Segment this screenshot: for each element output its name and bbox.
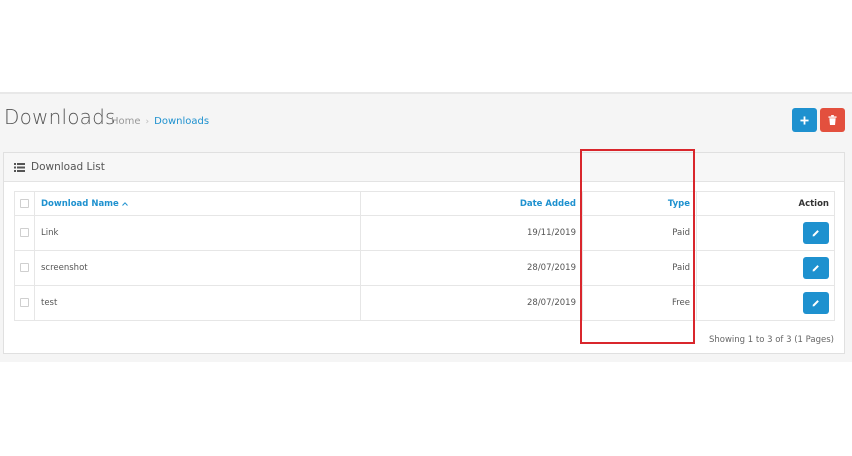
- select-all-cell: [14, 191, 35, 216]
- page-header: Downloads Home › Downloads: [0, 94, 852, 142]
- edit-button[interactable]: [803, 292, 829, 314]
- edit-button[interactable]: [803, 257, 829, 279]
- type-cell: Paid: [582, 215, 697, 251]
- breadcrumb: Home › Downloads: [111, 116, 209, 127]
- panel-heading: Download List: [4, 153, 844, 182]
- column-header-action: Action: [696, 191, 835, 216]
- table-row: screenshot 28/07/2019 Paid: [14, 250, 835, 286]
- breadcrumb-downloads-link[interactable]: Downloads: [154, 116, 209, 127]
- delete-button[interactable]: [820, 108, 845, 132]
- add-new-button[interactable]: [792, 108, 817, 132]
- date-added-cell: 19/11/2019: [360, 215, 583, 251]
- column-header-type[interactable]: Type: [582, 191, 697, 216]
- download-list-panel: Download List Download Name Date Added T…: [3, 152, 845, 354]
- download-name-cell: test: [34, 285, 361, 321]
- download-name-cell: Link: [34, 215, 361, 251]
- pencil-icon: [812, 300, 819, 307]
- download-name-cell: screenshot: [34, 250, 361, 286]
- panel-title: Download List: [31, 161, 105, 173]
- page-title: Downloads: [4, 105, 116, 129]
- column-label-download-name: Download Name: [41, 198, 119, 209]
- page-content: Downloads Home › Downloads Download List…: [0, 92, 852, 362]
- column-header-download-name[interactable]: Download Name: [34, 191, 361, 216]
- row-checkbox[interactable]: [20, 228, 29, 237]
- column-header-date-added[interactable]: Date Added: [360, 191, 583, 216]
- type-cell: Paid: [582, 250, 697, 286]
- row-checkbox[interactable]: [20, 263, 29, 272]
- sort-ascending-icon: [121, 201, 128, 206]
- date-added-cell: 28/07/2019: [360, 285, 583, 321]
- plus-icon: [800, 115, 809, 125]
- table-row: test 28/07/2019 Free: [14, 285, 835, 321]
- select-all-checkbox[interactable]: [20, 198, 29, 208]
- breadcrumb-home-link[interactable]: Home: [111, 116, 141, 127]
- pencil-icon: [812, 265, 819, 272]
- breadcrumb-separator: ›: [145, 116, 150, 127]
- table-row: Link 19/11/2019 Paid: [14, 215, 835, 251]
- edit-button[interactable]: [803, 222, 829, 244]
- list-icon: [14, 162, 25, 172]
- pencil-icon: [812, 230, 819, 237]
- row-checkbox[interactable]: [20, 298, 29, 307]
- type-cell: Free: [582, 285, 697, 321]
- pagination-info: Showing 1 to 3 of 3 (1 Pages): [709, 335, 834, 345]
- downloads-table: Download Name Date Added Type Action Lin…: [14, 191, 835, 321]
- table-header-row: Download Name Date Added Type Action: [14, 191, 835, 216]
- date-added-cell: 28/07/2019: [360, 250, 583, 286]
- trash-icon: [828, 115, 837, 125]
